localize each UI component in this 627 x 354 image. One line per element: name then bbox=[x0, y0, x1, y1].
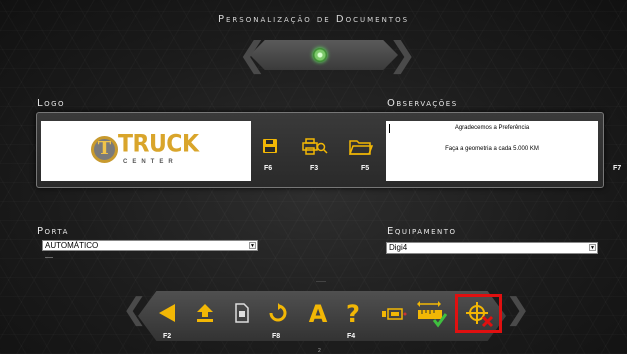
print-key-label: F3 bbox=[310, 165, 319, 172]
chevron-right-icon: ❯ bbox=[505, 292, 531, 327]
font-icon: A bbox=[308, 300, 328, 328]
document-icon bbox=[235, 303, 249, 323]
status-dot-icon bbox=[313, 48, 327, 62]
save-button[interactable] bbox=[262, 138, 278, 158]
folder-open-icon bbox=[348, 140, 374, 155]
porta-section-label: Porta bbox=[37, 226, 69, 237]
crosshair-cancel-button[interactable] bbox=[466, 302, 494, 332]
help-button[interactable]: ? bbox=[345, 300, 361, 328]
back-key-label: F2 bbox=[163, 333, 172, 340]
font-button[interactable]: A bbox=[307, 300, 329, 328]
logo-brand-subtext: CENTER bbox=[123, 159, 178, 165]
observacoes-section-label: Observações bbox=[387, 98, 458, 109]
porta-selected-value: AUTOMÁTICO bbox=[45, 241, 99, 250]
open-key-label: F5 bbox=[361, 165, 370, 172]
porta-subtext: ---- bbox=[45, 255, 53, 261]
upload-button[interactable] bbox=[196, 303, 214, 327]
upload-icon bbox=[197, 304, 213, 322]
chevron-right-icon: ❯ bbox=[388, 35, 417, 75]
chevron-left-icon: ❮ bbox=[122, 292, 148, 327]
card-reader-button[interactable] bbox=[381, 306, 407, 325]
refresh-key-label: F8 bbox=[272, 333, 281, 340]
logo-brand-text: TRUCK bbox=[118, 130, 199, 159]
ruler-check-button[interactable] bbox=[417, 300, 448, 332]
back-arrow-icon bbox=[159, 304, 175, 322]
help-icon: ? bbox=[346, 300, 360, 328]
crosshair-cancel-icon bbox=[466, 302, 494, 328]
center-dashes: ----- bbox=[316, 279, 326, 285]
help-key-label: F4 bbox=[347, 333, 356, 340]
print-preview-button[interactable] bbox=[302, 138, 328, 160]
page-number: 2 bbox=[318, 348, 321, 354]
ruler-check-icon bbox=[417, 301, 448, 328]
observacoes-line-2: Faça a geometria a cada 5.000 KM bbox=[445, 146, 539, 152]
observacoes-textarea[interactable]: Agradecemos a Preferência Faça a geometr… bbox=[386, 121, 598, 181]
save-icon bbox=[263, 139, 277, 153]
chevron-down-icon: ▼ bbox=[249, 242, 256, 249]
print-preview-icon bbox=[302, 138, 328, 155]
logo-badge-icon: T bbox=[91, 136, 118, 163]
document-button[interactable] bbox=[235, 303, 249, 327]
porta-select[interactable]: AUTOMÁTICO ▼ bbox=[42, 240, 258, 251]
logo-section-label: Logo bbox=[37, 98, 66, 109]
chevron-down-icon: ▼ bbox=[589, 244, 596, 251]
open-button[interactable] bbox=[348, 138, 374, 160]
window-title: Personalização de Documentos bbox=[217, 14, 410, 25]
back-button[interactable] bbox=[158, 303, 176, 327]
chevron-left-icon: ❮ bbox=[238, 35, 267, 75]
observacoes-line-1: Agradecemos a Preferência bbox=[454, 125, 530, 131]
equipamento-selected-value: Digi4 bbox=[389, 243, 408, 252]
save-key-label: F6 bbox=[264, 165, 273, 172]
refresh-icon bbox=[269, 303, 287, 322]
equipamento-section-label: Equipamento bbox=[387, 226, 457, 237]
equipamento-select[interactable]: Digi4 ▼ bbox=[386, 242, 598, 254]
refresh-button[interactable] bbox=[269, 303, 287, 327]
f7-key-label: F7 bbox=[613, 165, 622, 172]
card-reader-icon bbox=[382, 308, 407, 320]
